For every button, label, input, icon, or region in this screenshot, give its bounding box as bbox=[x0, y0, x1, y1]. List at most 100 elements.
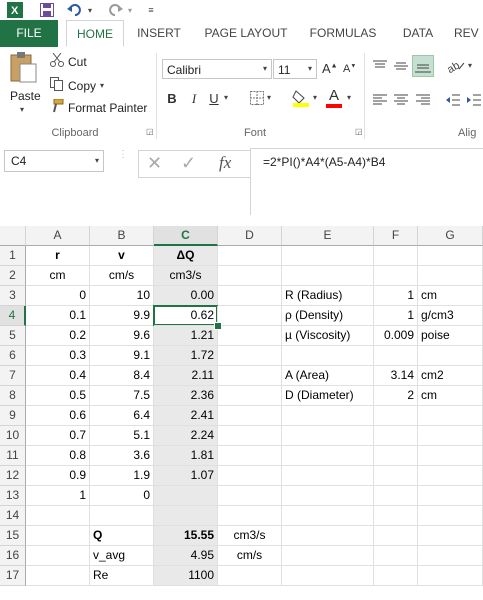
tab-data[interactable]: DATA bbox=[396, 20, 440, 47]
row-header-15[interactable]: 15 bbox=[0, 526, 26, 546]
cell-d9[interactable] bbox=[218, 406, 282, 426]
fill-handle[interactable] bbox=[214, 322, 222, 330]
cell-a5[interactable]: 0.2 bbox=[26, 326, 90, 346]
paste-icon[interactable] bbox=[8, 52, 42, 83]
align-center-icon[interactable] bbox=[394, 93, 408, 110]
cell-c13[interactable] bbox=[154, 486, 218, 506]
formula-input[interactable]: =2*PI()*A4*(A5-A4)*B4 bbox=[250, 148, 483, 215]
cell-d7[interactable] bbox=[218, 366, 282, 386]
underline-button[interactable]: U bbox=[206, 91, 222, 106]
cell-b6[interactable]: 9.1 bbox=[90, 346, 154, 366]
cell-a12[interactable]: 0.9 bbox=[26, 466, 90, 486]
row-header-6[interactable]: 6 bbox=[0, 346, 26, 366]
cell-f10[interactable] bbox=[374, 426, 418, 446]
cell-d10[interactable] bbox=[218, 426, 282, 446]
cell-a11[interactable]: 0.8 bbox=[26, 446, 90, 466]
italic-button[interactable]: I bbox=[186, 91, 202, 107]
cell-a17[interactable] bbox=[26, 566, 90, 586]
cell-d5[interactable] bbox=[218, 326, 282, 346]
cell-b9[interactable]: 6.4 bbox=[90, 406, 154, 426]
cell-b16[interactable]: v_avg bbox=[90, 546, 154, 566]
decrease-font-size-icon[interactable]: A▼ bbox=[343, 63, 356, 75]
cell-f1[interactable] bbox=[374, 246, 418, 266]
column-header-e[interactable]: E bbox=[282, 226, 374, 246]
cell-c1[interactable]: ΔQ bbox=[154, 246, 218, 266]
cell-e7[interactable]: A (Area) bbox=[282, 366, 374, 386]
cell-d1[interactable] bbox=[218, 246, 282, 266]
cell-c12[interactable]: 1.07 bbox=[154, 466, 218, 486]
cell-g7[interactable]: cm2 bbox=[418, 366, 483, 386]
name-box-dropdown-icon[interactable]: ▾ bbox=[95, 151, 99, 171]
fill-color-icon[interactable] bbox=[292, 89, 310, 110]
cell-g15[interactable] bbox=[418, 526, 483, 546]
cell-g17[interactable] bbox=[418, 566, 483, 586]
borders-icon[interactable] bbox=[250, 91, 264, 108]
cell-d6[interactable] bbox=[218, 346, 282, 366]
font-launcher-icon[interactable]: ◲ bbox=[355, 127, 363, 136]
cell-d2[interactable] bbox=[218, 266, 282, 286]
column-header-c[interactable]: C bbox=[154, 226, 218, 246]
column-header-d[interactable]: D bbox=[218, 226, 282, 246]
cell-f13[interactable] bbox=[374, 486, 418, 506]
cell-g1[interactable] bbox=[418, 246, 483, 266]
cell-c10[interactable]: 2.24 bbox=[154, 426, 218, 446]
redo-icon[interactable] bbox=[106, 2, 124, 18]
cell-f7[interactable]: 3.14 bbox=[374, 366, 418, 386]
cell-d13[interactable] bbox=[218, 486, 282, 506]
cell-c2[interactable]: cm3/s bbox=[154, 266, 218, 286]
cell-g2[interactable] bbox=[418, 266, 483, 286]
cell-a14[interactable] bbox=[26, 506, 90, 526]
cell-e9[interactable] bbox=[282, 406, 374, 426]
row-header-17[interactable]: 17 bbox=[0, 566, 26, 586]
row-header-10[interactable]: 10 bbox=[0, 426, 26, 446]
cell-c14[interactable] bbox=[154, 506, 218, 526]
cell-f8[interactable]: 2 bbox=[374, 386, 418, 406]
copy-button[interactable]: Copy ▾ bbox=[50, 77, 104, 94]
cell-f6[interactable] bbox=[374, 346, 418, 366]
increase-font-size-icon[interactable]: A▲ bbox=[322, 61, 338, 76]
cell-g9[interactable] bbox=[418, 406, 483, 426]
cell-e1[interactable] bbox=[282, 246, 374, 266]
cell-b15[interactable]: Q bbox=[90, 526, 154, 546]
cell-a3[interactable]: 0 bbox=[26, 286, 90, 306]
cell-f4[interactable]: 1 bbox=[374, 306, 418, 326]
cell-b3[interactable]: 10 bbox=[90, 286, 154, 306]
align-right-icon[interactable] bbox=[416, 93, 430, 110]
row-header-1[interactable]: 1 bbox=[0, 246, 26, 266]
cell-e15[interactable] bbox=[282, 526, 374, 546]
align-left-icon[interactable] bbox=[373, 93, 387, 110]
cell-d14[interactable] bbox=[218, 506, 282, 526]
row-header-13[interactable]: 13 bbox=[0, 486, 26, 506]
cell-a4[interactable]: 0.1 bbox=[26, 306, 90, 326]
column-header-a[interactable]: A bbox=[26, 226, 90, 246]
cell-g5[interactable]: poise bbox=[418, 326, 483, 346]
cell-e4[interactable]: ρ (Density) bbox=[282, 306, 374, 326]
cell-f15[interactable] bbox=[374, 526, 418, 546]
bold-button[interactable]: B bbox=[164, 91, 180, 106]
font-size-combo[interactable]: 11 ▾ bbox=[273, 59, 317, 79]
worksheet-grid[interactable]: A B C D E F G 1 r v ΔQ 2 cm cm/s cm3/s 3 0 10 0.00 R (Radiu… bbox=[0, 226, 483, 600]
cell-b17[interactable]: Re bbox=[90, 566, 154, 586]
cell-c17[interactable]: 1100 bbox=[154, 566, 218, 586]
cell-a7[interactable]: 0.4 bbox=[26, 366, 90, 386]
cell-b4[interactable]: 9.9 bbox=[90, 306, 154, 326]
cell-b8[interactable]: 7.5 bbox=[90, 386, 154, 406]
font-color-dropdown-icon[interactable]: ▾ bbox=[347, 93, 351, 102]
cell-c7[interactable]: 2.11 bbox=[154, 366, 218, 386]
cell-c16[interactable]: 4.95 bbox=[154, 546, 218, 566]
cell-a13[interactable]: 1 bbox=[26, 486, 90, 506]
paste-dropdown-icon[interactable]: ▾ bbox=[20, 105, 24, 114]
cell-g6[interactable] bbox=[418, 346, 483, 366]
cut-button[interactable]: Cut bbox=[50, 52, 87, 70]
cell-e14[interactable] bbox=[282, 506, 374, 526]
cell-c6[interactable]: 1.72 bbox=[154, 346, 218, 366]
undo-dropdown-icon[interactable]: ▾ bbox=[86, 2, 94, 18]
underline-dropdown-icon[interactable]: ▾ bbox=[224, 93, 228, 102]
row-header-11[interactable]: 11 bbox=[0, 446, 26, 466]
borders-dropdown-icon[interactable]: ▾ bbox=[267, 93, 271, 102]
cell-e16[interactable] bbox=[282, 546, 374, 566]
font-size-dropdown-icon[interactable]: ▾ bbox=[303, 60, 316, 78]
cell-g13[interactable] bbox=[418, 486, 483, 506]
row-header-5[interactable]: 5 bbox=[0, 326, 26, 346]
cell-f12[interactable] bbox=[374, 466, 418, 486]
